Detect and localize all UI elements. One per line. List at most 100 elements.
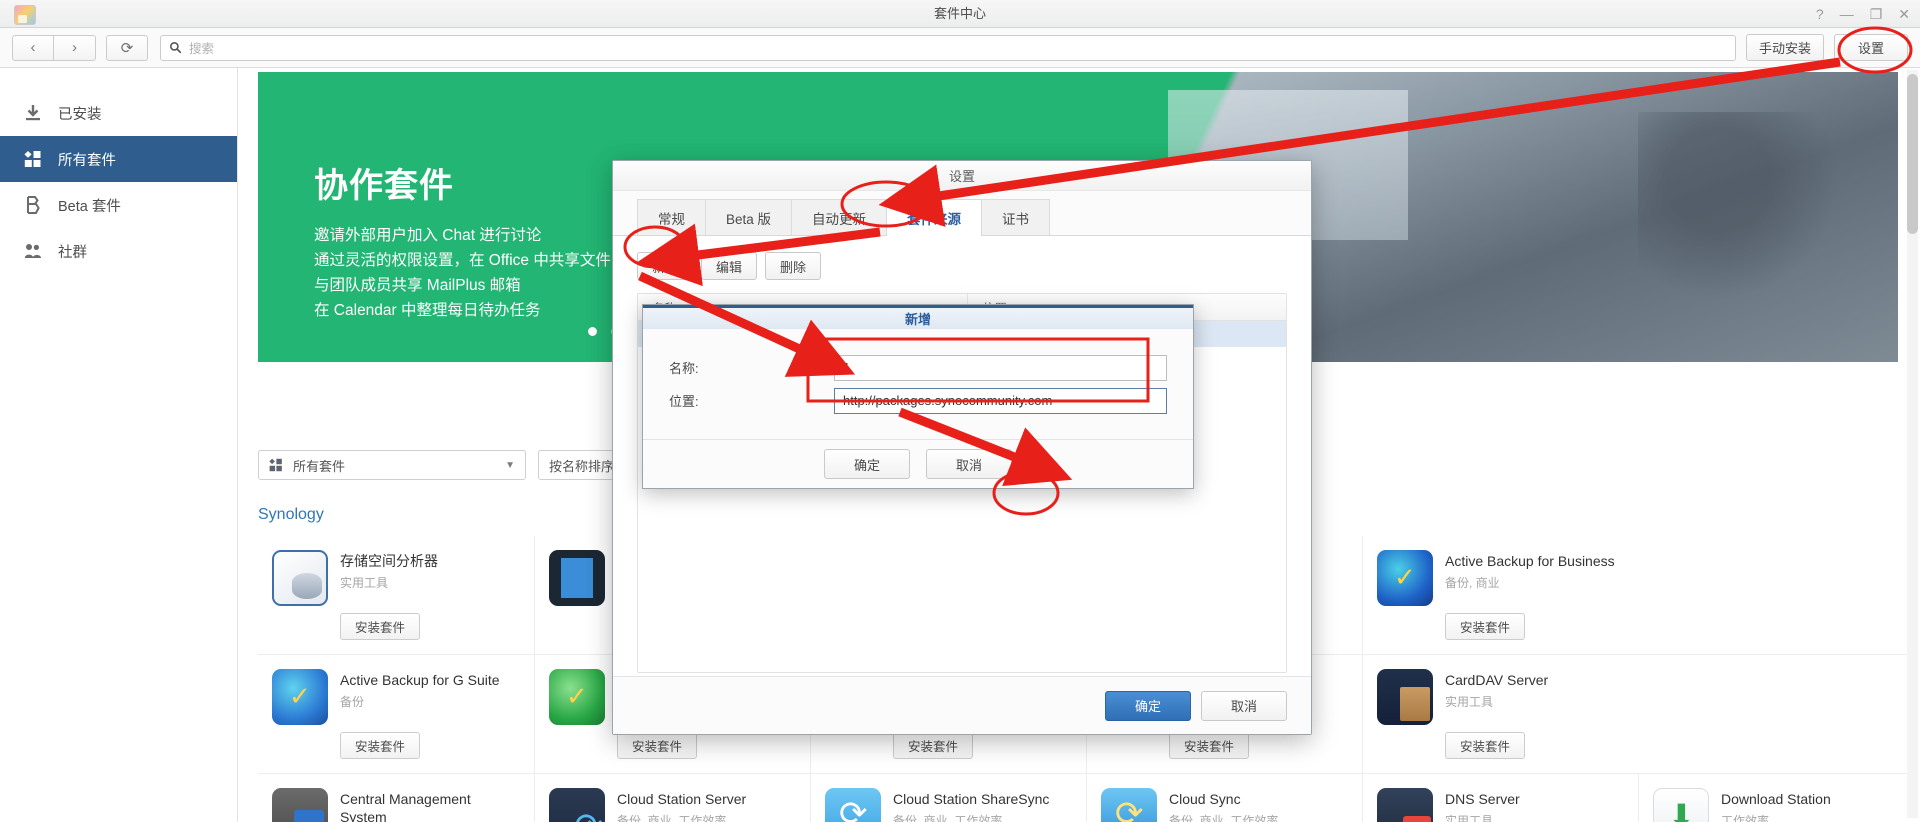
cms-icon: [272, 788, 328, 822]
location-field-row: 位置: http://packages.synocommunity.com: [669, 384, 1167, 417]
tab-certificate[interactable]: 证书: [981, 199, 1050, 235]
sidebar-item-all-packages[interactable]: 所有套件: [0, 136, 237, 182]
edit-source-button[interactable]: 编辑: [701, 252, 757, 280]
name-field-row: 名称: 1: [669, 351, 1167, 384]
banner-line-1: 邀请外部用户加入 Chat 进行讨论: [314, 223, 611, 248]
beta-b-icon: [22, 194, 44, 216]
active-backup-business-icon: [1377, 550, 1433, 606]
cloud-sync-icon: [1101, 788, 1157, 822]
chevron-down-icon: ▼: [505, 460, 515, 471]
package-category: 备份, 商业, 工作效率: [617, 812, 746, 822]
banner-line-3: 与团队成员共享 MailPlus 邮箱: [314, 273, 611, 298]
package-name: Active Backup for Business: [1445, 552, 1615, 570]
category-filter-label: 所有套件: [293, 456, 345, 475]
package-category: 工作效率: [1721, 812, 1831, 822]
package-card[interactable]: Active Backup for Business 备份, 商业 安装套件: [1362, 536, 1638, 654]
settings-button[interactable]: 设置: [1834, 34, 1908, 61]
package-center-window: 套件中心 ? — ❐ ✕ ‹ › ⟳ 搜索 手动安装 设置: [0, 0, 1920, 822]
name-field-label: 名称:: [669, 358, 834, 377]
tab-package-sources[interactable]: 套件来源: [886, 199, 982, 235]
window-controls: ? — ❐ ✕: [1816, 0, 1910, 28]
install-button[interactable]: 安装套件: [617, 732, 697, 759]
source-crud-toolbar: 新增 编辑 删除: [637, 252, 1287, 280]
nav-button-group: ‹ ›: [12, 35, 96, 61]
settings-cancel-button[interactable]: 取消: [1201, 691, 1287, 721]
package-card[interactable]: Cloud Sync 备份, 商业, 工作效率 安装套件: [1086, 774, 1362, 822]
banner-line-4: 在 Calendar 中整理每日待办任务: [314, 298, 611, 323]
sort-label: 按名称排序: [549, 456, 614, 475]
banner-dot[interactable]: [588, 327, 597, 336]
grid-icon: [22, 148, 44, 170]
package-card[interactable]: Active Backup for G Suite 备份 安装套件: [258, 655, 534, 773]
sidebar: 已安装 所有套件 Beta 套件: [0, 68, 238, 822]
install-button[interactable]: 安装套件: [340, 732, 420, 759]
package-card[interactable]: 存储空间分析器 实用工具 安装套件: [258, 536, 534, 654]
download-icon: [22, 102, 44, 124]
forward-button[interactable]: ›: [54, 35, 96, 61]
package-card[interactable]: Cloud Station Server 备份, 商业, 工作效率 安装套件: [534, 774, 810, 822]
name-input[interactable]: 1: [834, 355, 1167, 381]
package-card[interactable]: Download Station 工作效率 安装套件: [1638, 774, 1914, 822]
reload-icon: ⟳: [121, 39, 134, 57]
package-category: 备份: [340, 693, 500, 710]
main-toolbar: ‹ › ⟳ 搜索 手动安装 设置: [0, 28, 1920, 68]
video-station-icon: [549, 550, 605, 606]
dns-server-icon: [1377, 788, 1433, 822]
search-icon: [169, 41, 182, 54]
package-card[interactable]: Cloud Station ShareSync 备份, 商业, 工作效率 安装套…: [810, 774, 1086, 822]
package-category: 实用工具: [340, 574, 438, 591]
reload-button[interactable]: ⟳: [106, 35, 148, 61]
help-icon[interactable]: ?: [1816, 7, 1824, 21]
package-name: Cloud Station Server: [617, 790, 746, 808]
install-button[interactable]: 安装套件: [1445, 613, 1525, 640]
package-card[interactable]: Central Management System 实用工具 安装套件: [258, 774, 534, 822]
sidebar-item-beta-packages[interactable]: Beta 套件: [0, 182, 237, 228]
maximize-icon[interactable]: ❐: [1870, 7, 1883, 21]
category-filter-dropdown[interactable]: 所有套件 ▼: [258, 450, 526, 480]
sidebar-item-label: 社群: [58, 241, 87, 262]
install-button[interactable]: 安装套件: [340, 613, 420, 640]
storage-analyzer-icon: [272, 550, 328, 606]
sidebar-item-installed[interactable]: 已安装: [0, 90, 237, 136]
location-input[interactable]: http://packages.synocommunity.com: [834, 388, 1167, 414]
delete-source-button[interactable]: 删除: [765, 252, 821, 280]
carddav-server-icon: [1377, 669, 1433, 725]
package-card[interactable]: CardDAV Server 实用工具 安装套件: [1362, 655, 1638, 773]
tab-general[interactable]: 常规: [637, 199, 706, 235]
package-category: 实用工具: [1445, 812, 1520, 822]
back-button[interactable]: ‹: [12, 35, 54, 61]
add-source-button[interactable]: 新增: [637, 252, 693, 280]
tab-beta[interactable]: Beta 版: [705, 199, 792, 235]
settings-ok-button[interactable]: 确定: [1105, 691, 1191, 721]
add-dialog-cancel-button[interactable]: 取消: [926, 449, 1012, 479]
install-button[interactable]: 安装套件: [893, 732, 973, 759]
add-dialog-ok-button[interactable]: 确定: [824, 449, 910, 479]
package-category: 备份, 商业: [1445, 574, 1615, 591]
install-button[interactable]: 安装套件: [1445, 732, 1525, 759]
section-title: Synology: [258, 506, 324, 524]
filter-bar: 所有套件 ▼ 按名称排序: [258, 450, 625, 480]
package-row: Central Management System 实用工具 安装套件 Clou…: [258, 773, 1918, 822]
manual-install-button[interactable]: 手动安装: [1746, 34, 1824, 61]
window-titlebar: 套件中心 ? — ❐ ✕: [0, 0, 1920, 28]
antivirus-icon: [549, 669, 605, 725]
vertical-scrollbar-thumb[interactable]: [1907, 74, 1918, 234]
sidebar-item-community[interactable]: 社群: [0, 228, 237, 274]
banner-title: 协作套件: [314, 158, 611, 207]
package-name: Active Backup for G Suite: [340, 671, 500, 689]
add-dialog-title: 新增: [643, 305, 1193, 329]
minimize-icon[interactable]: —: [1840, 7, 1854, 21]
tab-auto-update[interactable]: 自动更新: [791, 199, 887, 235]
cloud-station-server-icon: [549, 788, 605, 822]
package-name: Central Management System: [340, 790, 510, 822]
add-dialog-body: 名称: 1 位置: http://packages.synocommunity.…: [643, 329, 1193, 441]
location-field-label: 位置:: [669, 391, 834, 410]
package-name: 存储空间分析器: [340, 552, 438, 570]
install-button[interactable]: 安装套件: [1169, 732, 1249, 759]
grid-icon: [269, 458, 283, 472]
search-input[interactable]: 搜索: [160, 35, 1736, 61]
package-card[interactable]: DNS Server 实用工具 安装套件: [1362, 774, 1638, 822]
package-name: DNS Server: [1445, 790, 1520, 808]
settings-dialog-footer: 确定 取消: [613, 676, 1311, 734]
close-icon[interactable]: ✕: [1898, 7, 1910, 21]
